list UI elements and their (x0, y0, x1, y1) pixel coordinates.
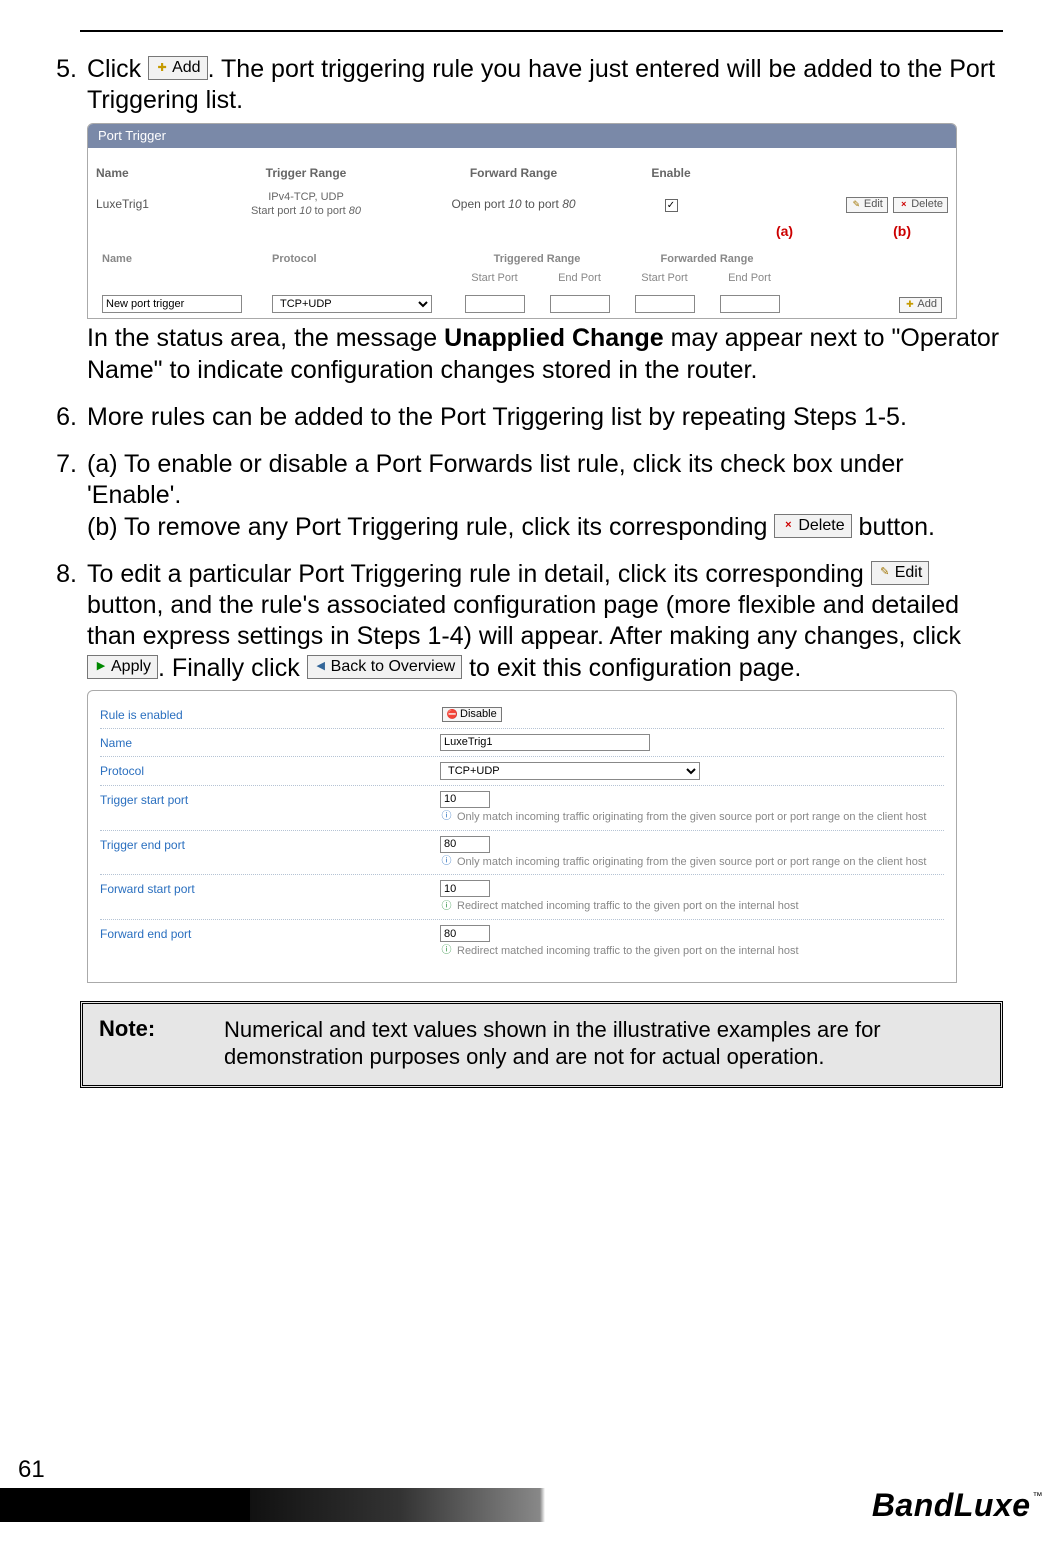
sub-col-name: Name (102, 253, 272, 267)
detail-fend-hint: Redirect matched incoming traffic to the… (457, 945, 799, 959)
rule-enabled-label: Rule is enabled (100, 706, 440, 723)
col-enable: Enable (621, 166, 721, 181)
sub-col-fwd-range: Forwarded Range (622, 253, 792, 267)
row-edit-button[interactable]: ✎Edit (846, 197, 888, 213)
detail-protocol-label: Protocol (100, 762, 440, 780)
step7-a: (a) To enable or disable a Port Forwards… (87, 449, 1003, 512)
sub-col-fwd-end: End Port (707, 272, 792, 286)
detail-fstart-input[interactable] (440, 880, 490, 897)
step8-d: to exit this configuration page. (469, 654, 801, 682)
row-forward: Open port 10 to port 80 (406, 197, 621, 212)
note-label: Note: (99, 1016, 224, 1071)
step7-b1: (b) To remove any Port Triggering rule, … (87, 513, 774, 541)
step5b-b: Unapplied Change (444, 324, 663, 352)
port-trigger-title: Port Trigger (88, 124, 956, 148)
step8-b: button, and the rule's associated config… (87, 591, 961, 650)
detail-name-label: Name (100, 734, 440, 751)
info-icon: ⓘ (440, 811, 453, 824)
trademark: ™ (1033, 1491, 1044, 1502)
step6-num: 6. (45, 402, 87, 433)
footer: 61 BandLuxe™ (0, 1456, 1063, 1522)
step7-num: 7. (45, 449, 87, 543)
step5-pre: Click (87, 55, 148, 83)
annotation-a: (a) (776, 223, 793, 241)
enable-checkbox[interactable]: ✓ (665, 199, 678, 212)
step6-text: More rules can be added to the Port Trig… (87, 402, 1003, 433)
new-trigger-name-input[interactable] (102, 295, 242, 313)
step5-num: 5. (45, 54, 87, 386)
note-box: Note: Numerical and text values shown in… (80, 1001, 1003, 1088)
col-forward: Forward Range (406, 166, 621, 181)
sub-col-trig-start: Start Port (452, 272, 537, 286)
step5b-a: In the status area, the message (87, 324, 444, 352)
brand-logo: BandLuxe™ (872, 1487, 1043, 1524)
col-trigger: Trigger Range (206, 166, 406, 181)
edit-button[interactable]: ✎Edit (871, 561, 930, 585)
edit-icon: ✎ (851, 199, 862, 210)
sub-col-trig-end: End Port (537, 272, 622, 286)
row-name: LuxeTrig1 (96, 197, 206, 212)
info-icon: ⓘ (440, 945, 453, 958)
step8-num: 8. (45, 559, 87, 983)
new-trig-start-input[interactable] (465, 295, 525, 313)
delete-icon: × (898, 199, 909, 210)
new-trig-end-input[interactable] (550, 295, 610, 313)
detail-fstart-label: Forward start port (100, 880, 440, 914)
back-button[interactable]: ◀Back to Overview (307, 655, 462, 679)
step8-c: . Finally click (158, 654, 307, 682)
note-text: Numerical and text values shown in the i… (224, 1016, 984, 1071)
detail-name-input[interactable] (440, 734, 650, 751)
row-trigger: IPv4-TCP, UDP Start port 10 to port 80 (206, 191, 406, 219)
detail-tstart-label: Trigger start port (100, 791, 440, 825)
add-icon: ✚ (904, 299, 915, 310)
page-number: 61 (0, 1456, 1063, 1484)
info-icon: ⓘ (440, 900, 453, 913)
detail-protocol-select[interactable]: TCP+UDP (440, 762, 700, 780)
new-fwd-end-input[interactable] (720, 295, 780, 313)
sub-col-trig-range: Triggered Range (452, 253, 622, 267)
sub-col-protocol: Protocol (272, 253, 452, 267)
disable-icon: ⛔ (447, 709, 458, 720)
delete-button[interactable]: ×Delete (774, 514, 851, 538)
add-button-label: Add (172, 58, 200, 78)
detail-fstart-hint: Redirect matched incoming traffic to the… (457, 900, 799, 914)
detail-tend-input[interactable] (440, 836, 490, 853)
detail-tend-label: Trigger end port (100, 836, 440, 870)
detail-tend-hint: Only match incoming traffic originating … (457, 856, 926, 870)
step8-a: To edit a particular Port Triggering rul… (87, 560, 871, 588)
add-icon: ✚ (155, 61, 169, 75)
edit-icon: ✎ (878, 566, 892, 580)
annotation-b: (b) (893, 223, 911, 241)
add-button[interactable]: ✚ Add (148, 56, 207, 80)
detail-fend-input[interactable] (440, 925, 490, 942)
detail-fend-label: Forward end port (100, 925, 440, 959)
new-trigger-add-button[interactable]: ✚Add (899, 297, 942, 313)
back-icon: ◀ (314, 660, 328, 674)
col-name: Name (96, 166, 206, 181)
rule-detail-panel: Rule is enabled ⛔Disable Name Protocol T… (87, 690, 957, 983)
step7-b2: button. (859, 513, 935, 541)
detail-tstart-input[interactable] (440, 791, 490, 808)
row-delete-button[interactable]: ×Delete (893, 197, 948, 213)
disable-button[interactable]: ⛔Disable (442, 707, 502, 723)
apply-button[interactable]: ▶Apply (87, 655, 158, 679)
detail-tstart-hint: Only match incoming traffic originating … (457, 811, 926, 825)
new-fwd-start-input[interactable] (635, 295, 695, 313)
new-trigger-protocol-select[interactable]: TCP+UDP (272, 295, 432, 313)
info-icon: ⓘ (440, 856, 453, 869)
apply-icon: ▶ (94, 660, 108, 674)
row-enable: ✓ (621, 197, 721, 212)
delete-icon: × (781, 519, 795, 533)
step5-post: . The port triggering rule you have just… (87, 55, 995, 114)
port-trigger-panel: Port Trigger Name Trigger Range Forward … (87, 123, 957, 320)
sub-col-fwd-start: Start Port (622, 272, 707, 286)
